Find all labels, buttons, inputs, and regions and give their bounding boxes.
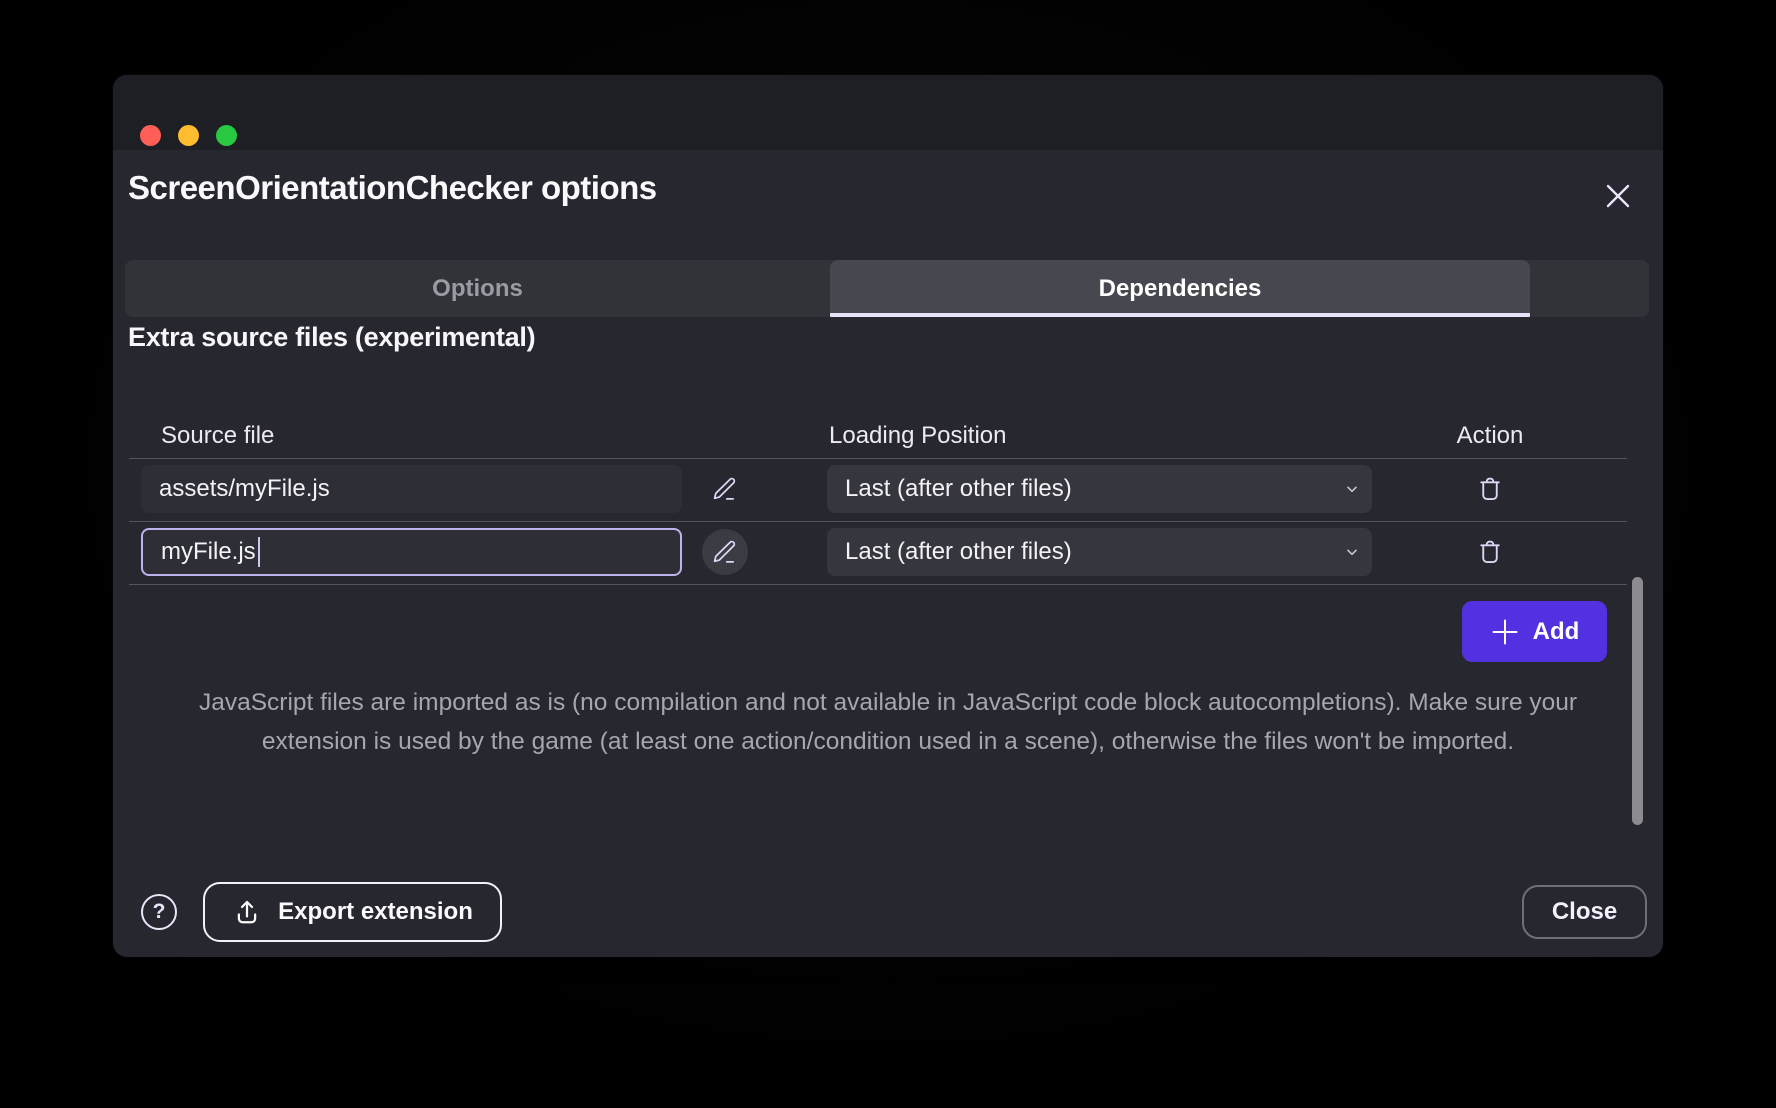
table-rows: assets/myFile.js Last (after other files… [129,458,1627,585]
add-button-label: Add [1533,618,1580,646]
dialog-window: ScreenOrientationChecker options Options… [113,75,1663,957]
x-icon [1602,180,1634,212]
trash-icon [1475,474,1505,504]
tab-dependencies[interactable]: Dependencies [830,260,1530,317]
plus-icon [1490,617,1520,647]
tab-dependencies-label: Dependencies [1099,275,1262,303]
loading-position-select[interactable]: Last (after other files) [827,528,1372,576]
loading-position-value: Last (after other files) [845,475,1072,503]
tab-bar: Options Dependencies [125,260,1649,317]
text-cursor [258,537,261,567]
close-button[interactable]: Close [1522,885,1647,939]
edit-source-file-button[interactable] [702,466,748,512]
column-header-action: Action [1440,422,1540,450]
upload-icon [232,897,262,927]
close-traffic-light[interactable] [140,125,161,146]
export-button-label: Export extension [278,898,473,926]
table-row: myFile.js Last (after other files) [129,521,1627,585]
export-extension-button[interactable]: Export extension [203,882,502,942]
column-header-source-file: Source file [161,422,274,450]
minimize-traffic-light[interactable] [178,125,199,146]
pencil-icon [711,475,739,503]
source-file-input[interactable]: assets/myFile.js [141,465,682,513]
pencil-icon [711,538,739,566]
column-header-loading-position: Loading Position [829,422,1006,450]
active-tab-indicator [830,313,1530,317]
zoom-traffic-light[interactable] [216,125,237,146]
edit-source-file-button[interactable] [702,529,748,575]
table-header-row: Source file Loading Position Action [129,420,1627,458]
loading-position-value: Last (after other files) [845,538,1072,566]
dialog-title: ScreenOrientationChecker options [128,169,657,207]
table-row: assets/myFile.js Last (after other files… [129,458,1627,521]
chevron-down-icon [1344,481,1360,497]
delete-row-button[interactable] [1467,466,1513,512]
source-file-value: assets/myFile.js [159,475,330,503]
tab-options-label: Options [432,275,523,303]
source-file-value: myFile.js [161,538,256,566]
chevron-down-icon [1344,544,1360,560]
trash-icon [1475,537,1505,567]
close-dialog-button[interactable] [1595,173,1641,219]
scrollbar-thumb[interactable] [1632,577,1643,825]
desktop-background: ScreenOrientationChecker options Options… [0,0,1776,1108]
titlebar[interactable] [113,75,1663,150]
close-button-label: Close [1552,898,1617,926]
add-button[interactable]: Add [1462,601,1607,662]
source-file-input[interactable]: myFile.js [141,528,682,576]
delete-row-button[interactable] [1467,529,1513,575]
question-mark-icon: ? [153,900,166,924]
source-files-table: Source file Loading Position Action asse… [129,420,1627,585]
section-heading: Extra source files (experimental) [128,322,535,353]
help-button[interactable]: ? [141,894,177,930]
loading-position-select[interactable]: Last (after other files) [827,465,1372,513]
help-text: JavaScript files are imported as is (no … [158,683,1618,761]
tab-options[interactable]: Options [125,260,830,317]
